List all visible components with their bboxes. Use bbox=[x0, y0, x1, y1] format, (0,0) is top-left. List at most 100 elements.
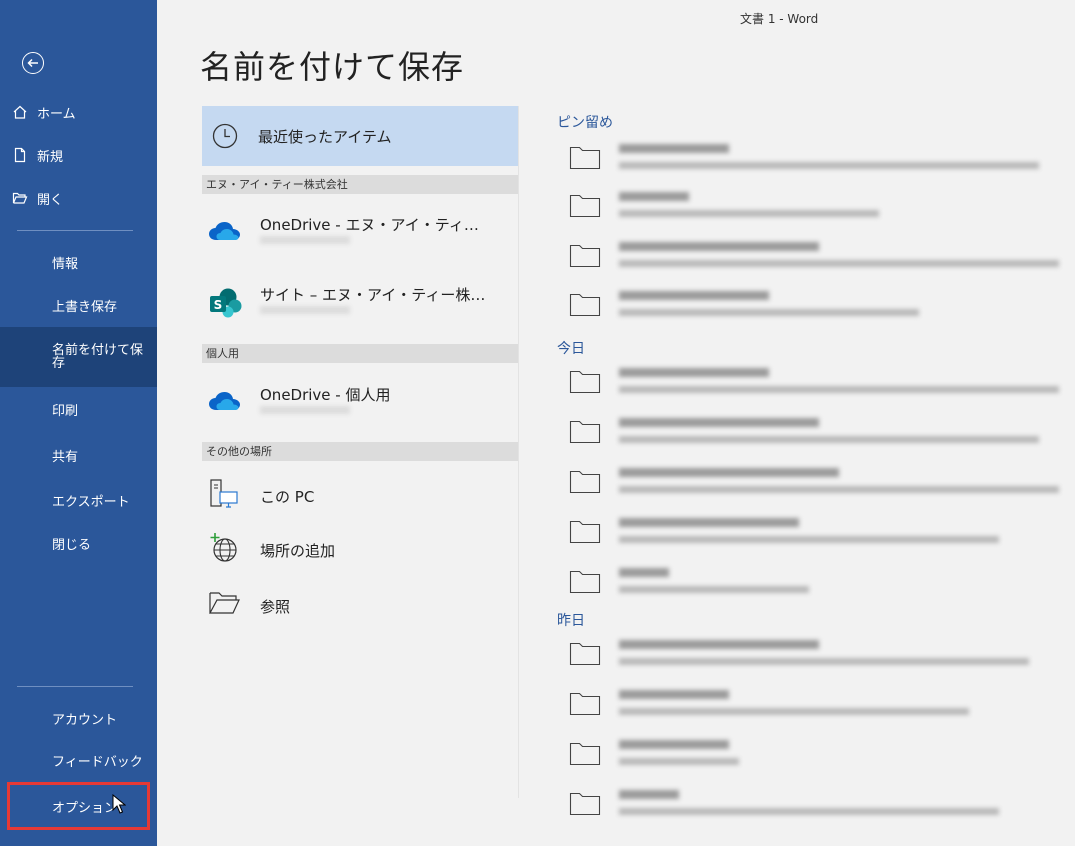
folder-path-blurred bbox=[619, 210, 879, 217]
recent-folder-item[interactable] bbox=[569, 414, 1049, 464]
recent-folder-item[interactable] bbox=[569, 786, 1049, 836]
folder-icon bbox=[569, 520, 601, 544]
sidebar-item-label: 開く bbox=[37, 192, 64, 208]
sidebar-item-open[interactable]: 開く bbox=[0, 180, 157, 216]
folder-path-blurred bbox=[619, 436, 1039, 443]
sidebar-item-share[interactable]: 共有 bbox=[0, 435, 157, 475]
folder-name-blurred bbox=[619, 790, 679, 799]
folder-name-blurred bbox=[619, 418, 819, 427]
sidebar-item-export[interactable]: エクスポート bbox=[0, 480, 157, 520]
sidebar-item-label: エクスポート bbox=[52, 494, 130, 510]
sidebar-item-print[interactable]: 印刷 bbox=[0, 389, 157, 429]
folder-name-blurred bbox=[619, 291, 769, 300]
browse-folder-icon bbox=[208, 592, 240, 614]
word-backstage: ホーム 新規 開く 情報 上書き保存 名前を付けて保存 印刷 共有 エクスポート… bbox=[0, 0, 1075, 846]
recent-folder-item[interactable] bbox=[569, 736, 1049, 786]
section-header-personal: 個人用 bbox=[202, 344, 518, 363]
location-label: 参照 bbox=[260, 598, 291, 616]
recent-folder-item[interactable] bbox=[569, 564, 1049, 614]
folder-icon bbox=[569, 293, 601, 317]
location-sharepoint-site[interactable]: S サイト – エヌ・アイ・ティー株… bbox=[202, 276, 518, 326]
new-document-icon bbox=[11, 146, 29, 164]
sidebar-item-account[interactable]: アカウント bbox=[0, 698, 157, 738]
sidebar-item-label: 共有 bbox=[52, 449, 79, 465]
location-recent[interactable]: 最近使ったアイテム bbox=[202, 106, 518, 166]
location-label: この PC bbox=[260, 488, 315, 506]
sidebar-item-close[interactable]: 閉じる bbox=[0, 523, 157, 563]
recent-folder-item[interactable] bbox=[569, 364, 1059, 414]
sidebar-item-save[interactable]: 上書き保存 bbox=[0, 285, 157, 325]
onedrive-icon bbox=[209, 222, 240, 240]
sidebar-item-label: ホーム bbox=[37, 106, 76, 122]
folder-icon bbox=[569, 244, 601, 268]
folder-name-blurred bbox=[619, 144, 729, 153]
recent-folder-item[interactable] bbox=[569, 464, 1059, 514]
mouse-cursor-icon bbox=[112, 794, 126, 814]
location-label: OneDrive - 個人用 bbox=[260, 386, 391, 404]
sidebar-divider bbox=[17, 230, 133, 231]
folder-icon bbox=[569, 470, 601, 494]
recent-folder-item[interactable] bbox=[569, 636, 1049, 686]
folder-name-blurred bbox=[619, 468, 839, 477]
clock-icon bbox=[212, 123, 238, 149]
folder-path-blurred bbox=[619, 162, 1039, 169]
folder-name-blurred bbox=[619, 640, 819, 649]
sidebar-item-info[interactable]: 情報 bbox=[0, 242, 157, 282]
sharepoint-icon: S bbox=[210, 288, 242, 318]
folder-path-blurred bbox=[619, 708, 969, 715]
location-browse[interactable]: 参照 bbox=[202, 580, 518, 630]
sidebar-item-new[interactable]: 新規 bbox=[0, 137, 157, 173]
folder-path-blurred bbox=[619, 386, 1059, 393]
folder-name-blurred bbox=[619, 192, 689, 201]
sidebar-divider bbox=[17, 686, 133, 687]
folder-path-blurred bbox=[619, 586, 809, 593]
recent-folder-item[interactable] bbox=[569, 188, 1049, 238]
recent-folder-item[interactable] bbox=[569, 238, 1059, 288]
location-label: サイト – エヌ・アイ・ティー株… bbox=[260, 286, 486, 304]
folder-icon bbox=[569, 146, 601, 170]
group-header-today: 今日 bbox=[557, 341, 585, 357]
location-label: OneDrive - エヌ・アイ・ティ… bbox=[260, 216, 479, 234]
folder-name-blurred bbox=[619, 242, 819, 251]
folder-icon bbox=[569, 642, 601, 666]
folder-name-blurred bbox=[619, 690, 729, 699]
location-this-pc[interactable]: この PC bbox=[202, 470, 518, 520]
sidebar-item-label: 上書き保存 bbox=[52, 299, 118, 315]
onedrive-icon bbox=[209, 392, 240, 410]
sidebar-item-label: アカウント bbox=[52, 712, 118, 728]
folder-name-blurred bbox=[619, 740, 729, 749]
recent-folder-item[interactable] bbox=[569, 686, 1049, 736]
options-highlight-box bbox=[7, 782, 150, 830]
window-title: 文書 1 - Word bbox=[740, 12, 819, 26]
location-subtitle-blurred bbox=[260, 236, 350, 244]
folder-icon bbox=[569, 792, 601, 816]
folder-path-blurred bbox=[619, 808, 999, 815]
location-onedrive-org[interactable]: OneDrive - エヌ・アイ・ティ… bbox=[202, 206, 518, 256]
folder-icon bbox=[569, 194, 601, 218]
recent-folder-item[interactable] bbox=[569, 140, 1049, 190]
folder-icon bbox=[569, 570, 601, 594]
sidebar-item-label: 閉じる bbox=[52, 537, 92, 553]
folder-name-blurred bbox=[619, 568, 669, 577]
location-subtitle-blurred bbox=[260, 406, 350, 414]
sidebar-item-feedback[interactable]: フィードバック bbox=[0, 740, 157, 780]
location-add-place[interactable]: 場所の追加 bbox=[202, 524, 518, 574]
folder-path-blurred bbox=[619, 658, 1029, 665]
location-subtitle-blurred bbox=[260, 306, 350, 314]
recent-folder-item[interactable] bbox=[569, 514, 1049, 564]
folder-icon bbox=[569, 420, 601, 444]
sidebar-item-label: 印刷 bbox=[52, 403, 79, 419]
section-header-other-places: その他の場所 bbox=[202, 442, 518, 461]
sidebar-item-label: 情報 bbox=[52, 256, 79, 272]
page-title: 名前を付けて保存 bbox=[200, 48, 465, 86]
folder-icon bbox=[569, 692, 601, 716]
folder-icon bbox=[569, 742, 601, 766]
sidebar-item-home[interactable]: ホーム bbox=[0, 94, 157, 130]
sidebar-item-label: フィードバック bbox=[52, 754, 143, 770]
back-button[interactable] bbox=[22, 52, 44, 74]
back-arrow-icon bbox=[27, 58, 38, 68]
recent-folder-item[interactable] bbox=[569, 287, 1049, 337]
column-separator bbox=[518, 106, 519, 798]
sidebar-item-save-as[interactable]: 名前を付けて保存 bbox=[0, 327, 157, 387]
location-onedrive-personal[interactable]: OneDrive - 個人用 bbox=[202, 376, 518, 426]
